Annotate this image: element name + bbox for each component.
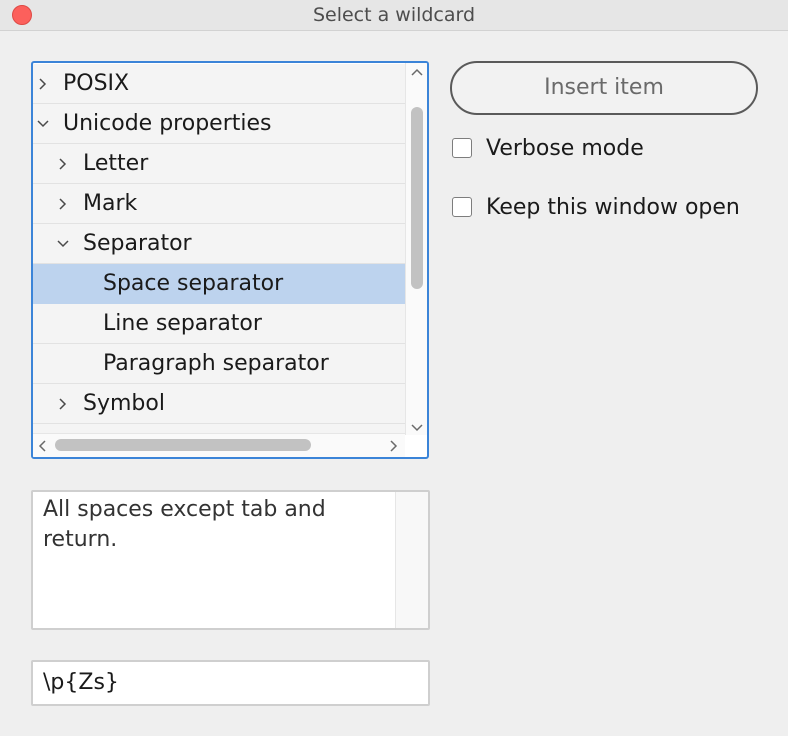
tree-row-label: Separator xyxy=(83,231,192,256)
scroll-right-icon[interactable] xyxy=(389,439,399,453)
chevron-down-icon[interactable] xyxy=(56,224,70,264)
chevron-right-icon[interactable] xyxy=(56,184,70,224)
horizontal-scrollbar[interactable] xyxy=(33,433,405,457)
wildcard-code-field[interactable]: \p{Zs} xyxy=(31,660,430,706)
verbose-mode-label: Verbose mode xyxy=(486,136,644,161)
tree-row[interactable]: Mark xyxy=(33,184,405,224)
tree-row-label: Space separator xyxy=(103,271,284,296)
wildcard-tree[interactable]: POSIX Unicode properties Letter Mark Separat… xyxy=(31,61,429,459)
insert-item-button[interactable]: Insert item xyxy=(450,61,758,115)
vertical-scrollbar[interactable] xyxy=(405,63,427,435)
chevron-right-icon[interactable] xyxy=(36,64,50,104)
verbose-mode-checkbox[interactable] xyxy=(452,138,472,158)
scroll-left-icon[interactable] xyxy=(37,439,47,453)
tree-row[interactable]: Symbol xyxy=(33,384,405,424)
horizontal-scroll-thumb[interactable] xyxy=(55,439,311,451)
description-scrollbar[interactable] xyxy=(395,492,428,628)
tree-row-label: Symbol xyxy=(83,391,165,416)
title-bar: Select a wildcard xyxy=(0,0,788,31)
description-text: All spaces except tab and return. xyxy=(43,497,326,552)
description-box: All spaces except tab and return. xyxy=(31,490,430,630)
tree-row-label: Unicode properties xyxy=(63,111,272,136)
tree-row-label: Paragraph separator xyxy=(103,351,329,376)
tree-row[interactable]: Line separator xyxy=(33,304,405,344)
scroll-up-icon[interactable] xyxy=(410,67,424,77)
tree-row[interactable]: POSIX xyxy=(33,64,405,104)
tree-row[interactable]: Space separator xyxy=(33,264,405,304)
keep-window-open-label: Keep this window open xyxy=(486,195,740,220)
tree-row-label: POSIX xyxy=(63,71,130,96)
chevron-right-icon[interactable] xyxy=(56,144,70,184)
scroll-down-icon[interactable] xyxy=(410,423,424,433)
tree-row[interactable]: Unicode properties xyxy=(33,104,405,144)
tree-row-label: Line separator xyxy=(103,311,262,336)
tree-row[interactable]: Letter xyxy=(33,144,405,184)
tree-row-label: Letter xyxy=(83,151,149,176)
tree-row-label: Mark xyxy=(83,191,138,216)
window-title: Select a wildcard xyxy=(312,4,476,26)
tree-row[interactable]: Separator xyxy=(33,224,405,264)
keep-window-open-checkbox[interactable] xyxy=(452,197,472,217)
chevron-down-icon[interactable] xyxy=(36,104,50,144)
vertical-scroll-thumb[interactable] xyxy=(411,107,423,289)
chevron-right-icon[interactable] xyxy=(56,384,70,424)
tree-row[interactable]: Paragraph separator xyxy=(33,344,405,384)
